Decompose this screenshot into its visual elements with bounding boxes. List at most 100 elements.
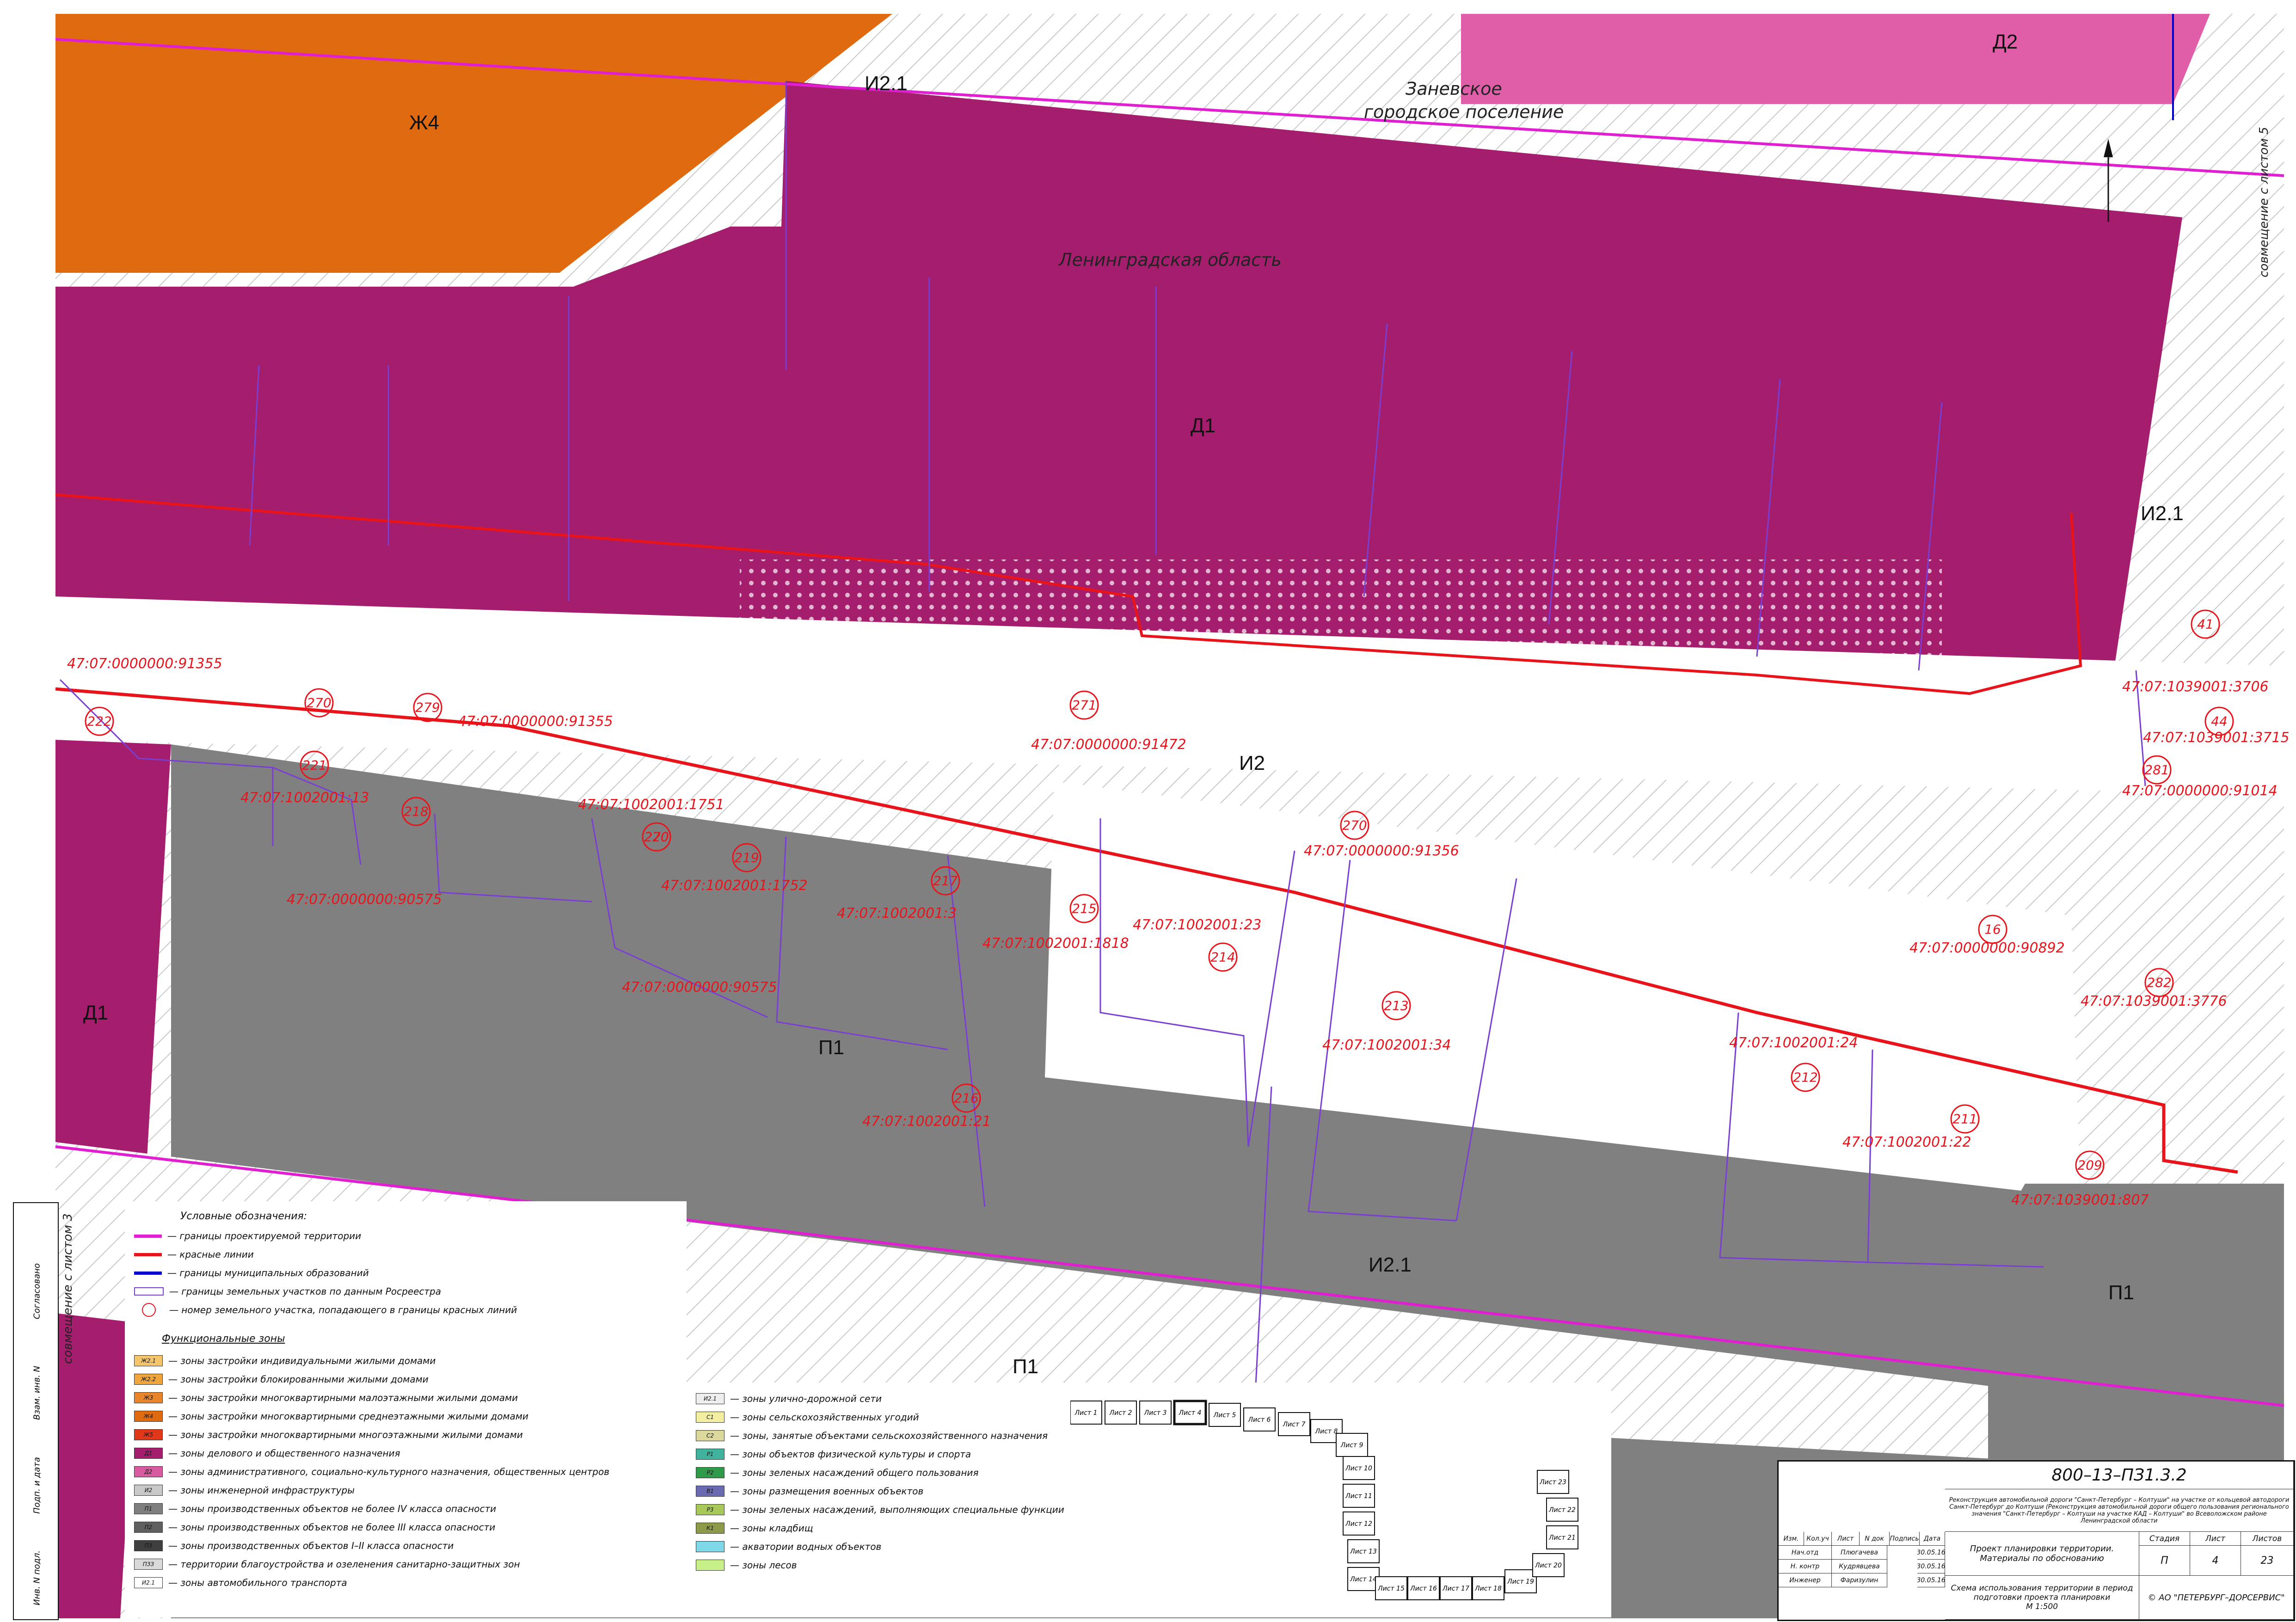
legend-zone-swatch: К1 xyxy=(696,1523,724,1534)
legend-zone-label: — зоны инженерной инфраструктуры xyxy=(168,1485,355,1496)
stamp-scale: М 1:500 xyxy=(2026,1602,2058,1611)
legend-zone-label: — зоны лесов xyxy=(730,1560,797,1571)
legend-zone-swatch: П1 xyxy=(134,1503,163,1514)
legend-zone-row: К1 — зоны кладбищ xyxy=(696,1521,813,1535)
legend-zone-row: И2.1 — зоны автомобильного транспорта xyxy=(134,1576,347,1590)
plot-number: 16 xyxy=(1984,922,2001,937)
zone-label-i2: И2 xyxy=(1239,752,1265,774)
legend-zone-label: — зоны застройки многоквартирными малоэт… xyxy=(168,1392,518,1403)
legend-title: Условные обозначения: xyxy=(180,1210,307,1222)
legend-line-label: — номер земельного участка, попадающего … xyxy=(169,1304,517,1315)
cad-label: 47:07:0000000:91014 xyxy=(2122,783,2278,799)
frame-inv2: Инв. N подл. xyxy=(32,1550,42,1605)
sheet-index-label: Лист 10 xyxy=(1345,1465,1372,1472)
sheet-index-label: Лист 16 xyxy=(1410,1585,1437,1592)
cad-label: 47:07:1002001:23 xyxy=(1133,917,1261,933)
stamp-header-cell: N док xyxy=(1860,1532,1890,1546)
zone-label-i21-top: И2.1 xyxy=(865,72,908,95)
legend-zone-label: — зоны делового и общественного назначен… xyxy=(168,1448,400,1459)
legend-zone-swatch: Ж4 xyxy=(134,1411,163,1422)
legend-zone-label: — акватории водных объектов xyxy=(730,1541,882,1552)
plot-number: 215 xyxy=(1072,901,1096,916)
sheet-index-label: Лист 3 xyxy=(1144,1409,1167,1417)
legend-line-swatch xyxy=(134,1271,162,1275)
zone-label-d1-left: Д1 xyxy=(83,1001,108,1024)
stamp-row-name: Кудрявцева xyxy=(1832,1560,1887,1573)
stamp-header-cell: Изм. xyxy=(1779,1532,1804,1546)
plot-number: 270 xyxy=(307,695,331,711)
legend-zone-swatch: Ж2.2 xyxy=(134,1374,163,1385)
legend-line-row: — границы земельных участков по данным Р… xyxy=(134,1284,441,1298)
sheet-index-label: Лист 2 xyxy=(1109,1409,1132,1417)
plot-number: 219 xyxy=(734,850,759,866)
zone-label-zh4: Ж4 xyxy=(409,111,439,134)
cad-label: 47:07:0000000:91356 xyxy=(1304,843,1459,859)
cad-label: 47:07:1002001:1818 xyxy=(982,935,1129,952)
sheet-index-label: Лист 5 xyxy=(1213,1412,1236,1419)
legend-zone-row: П2 — зоны производственных объектов не бо… xyxy=(134,1520,495,1534)
legend-zone-row: П1 — зоны производственных объектов не бо… xyxy=(134,1502,496,1516)
legend-line-row: — границы муниципальных образований xyxy=(134,1266,369,1280)
legend-zone-swatch: Ж2.1 xyxy=(134,1355,163,1366)
zone-label-p1-center: П1 xyxy=(818,1036,844,1059)
legend-zone-label: — зоны, занятые объектами сельскохозяйст… xyxy=(730,1430,1048,1441)
stamp-stage: П xyxy=(2139,1546,2190,1576)
stamp-project: Реконструкция автомобильной дороги "Санк… xyxy=(1945,1489,2294,1532)
stamp-drawing: Схема использования территории в период … xyxy=(1945,1576,2139,1620)
stamp-header-cell: Подпись xyxy=(1890,1532,1920,1546)
stamp-row-role: Н. контр xyxy=(1779,1560,1832,1573)
legend-zone-swatch: П2 xyxy=(134,1522,163,1533)
sheet-index-label: Лист 22 xyxy=(1548,1506,1576,1514)
sheet-index-label: Лист 1 xyxy=(1074,1409,1098,1417)
zone-label-i21-right: И2.1 xyxy=(2141,502,2184,525)
legend-zone-label: — зоны сельскохозяйственных угодий xyxy=(730,1412,919,1423)
stamp-row-date: 30.05.16 xyxy=(1917,1546,1945,1560)
legend-line-row: — красные линии xyxy=(134,1247,254,1261)
place-leningrad: Ленинградская область xyxy=(1058,250,1282,270)
legend-zone-swatch: Д1 xyxy=(134,1448,163,1459)
title-block: 800–13–ПЗ1.3.2 Реконструкция автомобильн… xyxy=(1777,1460,2295,1621)
legend-zone-row: Р3 — зоны зеленых насаждений, выполняющих… xyxy=(696,1503,1064,1517)
legend-zone-row: ПЗЗ — территории благоустройства и озелен… xyxy=(134,1557,520,1571)
legend-zone-row: С2 — зоны, занятые объектами сельскохозяй… xyxy=(696,1429,1048,1443)
sheet-index-label: Лист 8 xyxy=(1315,1428,1338,1435)
legend-zone-row: Ж2.1 — зоны застройки индивидуальными жил… xyxy=(134,1354,436,1368)
legend-zone-swatch: И2 xyxy=(134,1485,163,1496)
legend-zone-swatch: Р3 xyxy=(696,1504,724,1515)
legend-zone-label: — зоны кладбищ xyxy=(730,1523,813,1534)
sheet-index-label: Лист 9 xyxy=(1340,1442,1363,1449)
stamp-doc2: Материалы по обоснованию xyxy=(1980,1554,2104,1563)
plot-number: 222 xyxy=(87,714,111,729)
legend-zone-label: — зоны застройки индивидуальными жилыми … xyxy=(168,1355,436,1366)
side-note-left: совмещение с листом 3 xyxy=(61,1213,75,1364)
legend-zone-label: — зоны производственных объектов не боле… xyxy=(168,1503,497,1514)
legend-zone-swatch: Р2 xyxy=(696,1467,724,1478)
legend-zone-row: С1 — зоны сельскохозяйственных угодий xyxy=(696,1410,919,1424)
cad-label: 47:07:0000000:91472 xyxy=(1031,737,1186,753)
legend-zone-row: Р2 — зоны зеленых насаждений общего польз… xyxy=(696,1466,978,1480)
legend-zone-swatch: И2.1 xyxy=(134,1577,163,1588)
zone-label-i21-bottom: И2.1 xyxy=(1369,1253,1412,1276)
place-zanevskoe-2: городское поселение xyxy=(1364,102,1564,122)
stamp-doc1: Проект планировки территории. xyxy=(1970,1544,2114,1554)
legend-zone-swatch: Д2 xyxy=(134,1466,163,1477)
zone-label-d2: Д2 xyxy=(1993,31,2018,53)
place-zanevskoe-1: Заневское xyxy=(1406,79,1502,99)
plot-number: 279 xyxy=(415,700,440,715)
plot-number: 213 xyxy=(1384,998,1408,1014)
stamp-sheet-header: Лист xyxy=(2190,1532,2241,1546)
legend-zone-row: П3 — зоны производственных объектов I–II … xyxy=(134,1539,454,1553)
stamp-sheets-header: Листов xyxy=(2241,1532,2294,1546)
legend-zone-swatch: Ж5 xyxy=(134,1429,163,1440)
stamp-row-name: Плюгачева xyxy=(1832,1546,1887,1560)
sheet-index-label: Лист 14 xyxy=(1350,1576,1377,1583)
legend-continued: И2.1 — зоны улично-дорожной сети С1 — зоны … xyxy=(687,1382,1611,1617)
plot-number: 218 xyxy=(404,804,428,819)
legend-func-title: Функциональные зоны xyxy=(162,1333,285,1345)
legend-zone-row: Д1 — зоны делового и общественного назнач… xyxy=(134,1446,400,1460)
legend-zone-row: Д2 — зоны административного, социально-ку… xyxy=(134,1465,609,1479)
legend-zone-row: Ж3 — зоны застройки многоквартирными мало… xyxy=(134,1391,518,1405)
sheet-index-diagram: Лист 1 Лист 2 Лист 3 Лист 4 Лист 5 Лист 6 Лист… xyxy=(1070,1400,1578,1600)
legend-zone-swatch: И2.1 xyxy=(696,1393,724,1404)
legend-zone-swatch: ПЗЗ xyxy=(134,1559,163,1570)
